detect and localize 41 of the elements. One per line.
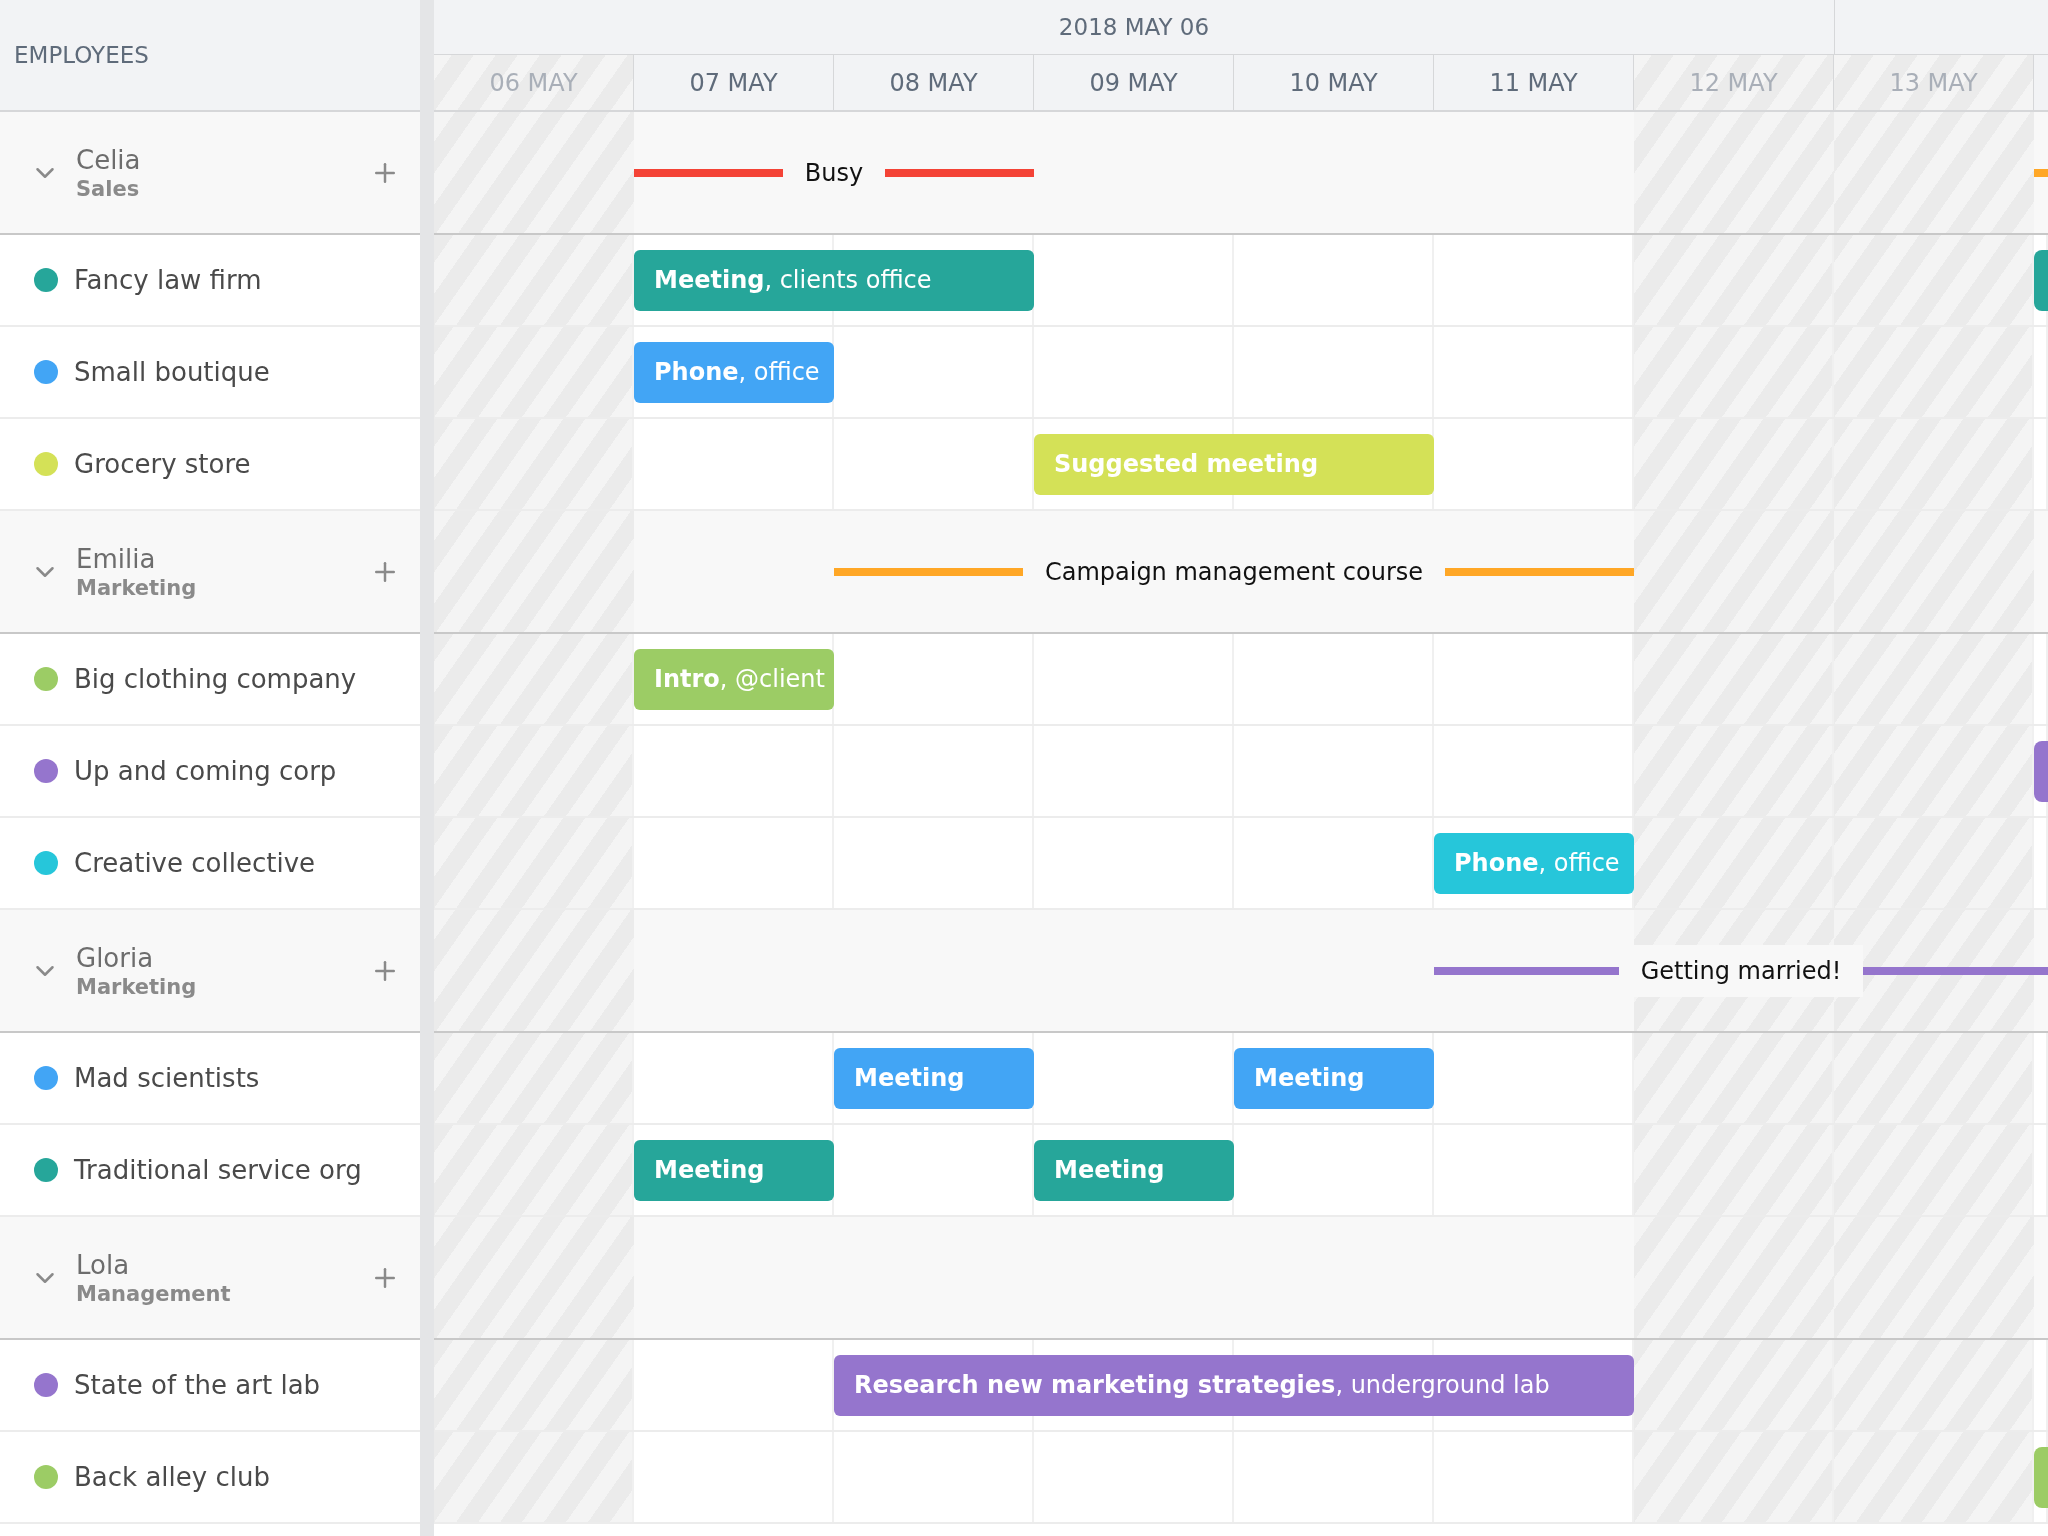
client-name: Grocery store <box>74 449 251 479</box>
event-block[interactable]: Research new marketing strategies, underground lab <box>834 1354 1634 1416</box>
employee-name: Gloria <box>76 942 155 973</box>
event-block[interactable] <box>2034 1446 2048 1508</box>
client-name: Small boutique <box>74 357 270 387</box>
event-block[interactable]: Phone, office <box>634 341 834 403</box>
event-block[interactable]: Meeting <box>634 1139 834 1201</box>
employee-name: Celia <box>76 144 142 175</box>
day-header: 08 MAY <box>834 55 1034 110</box>
event-block[interactable]: Meeting <box>1234 1047 1434 1109</box>
client-name: Creative collective <box>74 848 315 878</box>
client-name: Fancy law firm <box>74 265 262 295</box>
event-block[interactable] <box>2034 249 2048 311</box>
event-bar[interactable]: Getting married! <box>1434 942 2048 999</box>
event-block[interactable]: Meeting <box>834 1047 1034 1109</box>
event-block[interactable]: Intro, @client <box>634 648 834 710</box>
event-label: Getting married! <box>1618 944 1864 997</box>
event-block[interactable]: Meeting <box>1034 1139 1234 1201</box>
client-name: State of the art lab <box>74 1370 321 1400</box>
employee-department: Marketing <box>76 974 198 999</box>
event-block[interactable]: Phone, office <box>1434 832 1634 894</box>
date-range-label: 2018 MAY 06 <box>1058 14 1210 40</box>
day-header: 09 MAY <box>1034 55 1234 110</box>
day-header: 13 MAY <box>1834 55 2034 110</box>
client-name: Back alley club <box>74 1462 270 1492</box>
client-name: Big clothing company <box>74 664 357 694</box>
client-name: Traditional service org <box>74 1155 362 1185</box>
client-name: Up and coming corp <box>74 756 337 786</box>
day-header: 10 MAY <box>1234 55 1434 110</box>
day-header: 12 MAY <box>1634 55 1834 110</box>
employee-department: Marketing <box>76 575 198 600</box>
employee-department: Sales <box>76 176 141 201</box>
employee-department: Management <box>76 1281 232 1306</box>
client-name: Mad scientists <box>74 1063 260 1093</box>
event-block[interactable] <box>2034 740 2048 802</box>
column-title: EMPLOYEES <box>14 42 149 68</box>
employee-name: Lola <box>76 1249 131 1280</box>
employee-name: Emilia <box>76 543 157 574</box>
event-block[interactable]: Meeting, clients office <box>634 249 1034 311</box>
day-header: 06 MAY <box>434 55 634 110</box>
day-header: 07 MAY <box>634 55 834 110</box>
